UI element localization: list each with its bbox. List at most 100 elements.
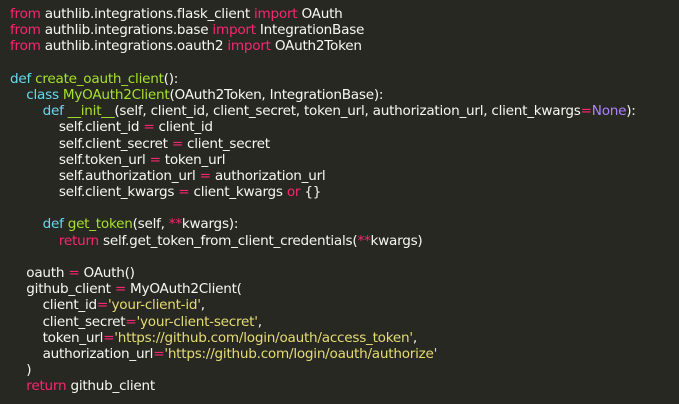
- code-token-kw: =: [580, 103, 592, 120]
- code-token-kw: or: [286, 184, 301, 201]
- code-token-def: def: [42, 103, 64, 120]
- code-line: return self.get_token_from_client_creden…: [10, 233, 679, 249]
- code-token-plain: self.token_url: [10, 151, 150, 168]
- code-token-kw: =: [171, 135, 183, 152]
- code-line: return github_client: [10, 378, 679, 394]
- code-line: def get_token(self, **kwargs):: [10, 216, 679, 232]
- code-line: token_url='https://github.com/login/oaut…: [10, 330, 679, 346]
- code-token-kw: return: [58, 232, 99, 249]
- code-editor[interactable]: from authlib.integrations.flask_client i…: [0, 0, 679, 404]
- code-token-plain: client_secret: [182, 135, 270, 152]
- code-token-fn: create_oauth_client: [35, 70, 164, 87]
- code-token-kw: =: [125, 313, 137, 330]
- code-token-plain: {}: [300, 184, 322, 201]
- code-token-kw: import: [253, 6, 298, 22]
- code-line: github_client = MyOAuth2Client(: [10, 281, 679, 297]
- code-line: oauth = OAuth(): [10, 265, 679, 281]
- code-token-kw: =: [153, 345, 165, 362]
- code-token-plain: self.client_kwargs: [10, 184, 179, 201]
- code-token-plain: authlib.integrations.flask_client: [40, 6, 254, 22]
- code-token-def: class: [26, 86, 59, 103]
- code-token-plain: OAuth(): [79, 265, 135, 281]
- code-line: authorization_url='https://github.com/lo…: [10, 346, 679, 362]
- code-token-plain: token_url: [160, 151, 226, 168]
- code-token-kw: **: [168, 216, 182, 233]
- code-line: self.client_secret = client_secret: [10, 136, 679, 152]
- code-token-kw: =: [103, 329, 115, 346]
- code-token-kw: =: [199, 167, 211, 184]
- code-token-plain: MyOAuth2Client(: [125, 281, 242, 298]
- code-token-str: 'https://github.com/login/oauth/access_t…: [114, 329, 413, 346]
- code-token-kw: from: [10, 6, 41, 22]
- code-token-fn: get_token: [67, 216, 133, 233]
- code-token-plain: ,: [412, 329, 417, 346]
- code-token-plain: token_url: [10, 329, 104, 346]
- code-token-plain: client_id: [10, 297, 98, 314]
- code-token-plain: authorization_url: [210, 167, 326, 184]
- code-token-plain: self.client_secret: [10, 135, 172, 152]
- code-token-kw: =: [96, 297, 108, 314]
- code-token-def: def: [10, 70, 32, 87]
- code-line: def create_oauth_client():: [10, 71, 679, 87]
- code-token-plain: kwargs): [370, 232, 423, 249]
- code-token-const: None: [591, 103, 627, 120]
- code-line: class MyOAuth2Client(OAuth2Token, Integr…: [10, 87, 679, 103]
- code-token-plain: (OAuth2Token, IntegrationBase):: [169, 86, 384, 103]
- code-token-str: 'https://github.com/login/oauth/authoriz…: [164, 345, 438, 362]
- code-token-plain: client_kwargs: [189, 184, 287, 201]
- code-line: self.token_url = token_url: [10, 152, 679, 168]
- code-token-plain: authorization_url: [10, 345, 154, 362]
- code-token-plain: OAuth: [297, 6, 343, 22]
- code-token-plain: github_client: [10, 281, 115, 298]
- code-token-plain: self.authorization_url: [10, 167, 200, 184]
- code-token-kw: =: [178, 184, 190, 201]
- code-token-plain: oauth: [10, 265, 69, 281]
- code-token-kw: from: [10, 22, 41, 39]
- code-token-plain: ): [10, 362, 32, 379]
- code-token-kw: return: [26, 378, 67, 395]
- code-token-fn: MyOAuth2Client: [62, 86, 170, 103]
- code-token-plain: kwargs):: [181, 216, 239, 233]
- code-token-str: 'your-client-id': [108, 297, 201, 314]
- code-token-plain: (self,: [132, 216, 169, 233]
- code-token-plain: authlib.integrations.oauth2: [40, 38, 228, 55]
- code-token-plain: IntegrationBase: [255, 22, 365, 39]
- code-token-plain: self.client_id: [10, 119, 144, 136]
- code-line: self.client_id = client_id: [10, 119, 679, 135]
- code-token-kw: =: [68, 265, 80, 281]
- code-token-def: def: [42, 216, 64, 233]
- code-token-kw: import: [227, 38, 271, 55]
- code-line: def __init__(self, client_id, client_sec…: [10, 103, 679, 119]
- code-token-kw: =: [143, 119, 155, 136]
- code-token-plain: github_client: [66, 378, 155, 395]
- code-token-plain: OAuth2Token: [270, 38, 362, 55]
- code-token-kw: import: [212, 22, 256, 39]
- code-token-plain: (self, client_id, client_secret, token_u…: [114, 103, 581, 120]
- code-token-str: 'your-client-secret': [136, 313, 258, 330]
- code-line: self.authorization_url = authorization_u…: [10, 168, 679, 184]
- code-token-plain: client_id: [154, 119, 214, 136]
- code-line: ): [10, 362, 679, 378]
- code-line: from authlib.integrations.flask_client i…: [10, 6, 679, 22]
- code-line: client_id='your-client-id',: [10, 297, 679, 313]
- code-token-kw: =: [149, 151, 161, 168]
- code-block[interactable]: from authlib.integrations.flask_client i…: [10, 6, 679, 395]
- code-token-kw: **: [357, 232, 371, 249]
- code-token-plain: authlib.integrations.base: [40, 22, 213, 39]
- code-token-plain: ):: [626, 103, 636, 120]
- code-token-kw: =: [114, 281, 126, 298]
- code-token-plain: ,: [257, 313, 262, 330]
- code-line: client_secret='your-client-secret',: [10, 314, 679, 330]
- code-token-plain: ,: [200, 297, 205, 314]
- code-line: from authlib.integrations.base import In…: [10, 22, 679, 38]
- code-line: self.client_kwargs = client_kwargs or {}: [10, 184, 679, 200]
- code-line: from authlib.integrations.oauth2 import …: [10, 38, 679, 54]
